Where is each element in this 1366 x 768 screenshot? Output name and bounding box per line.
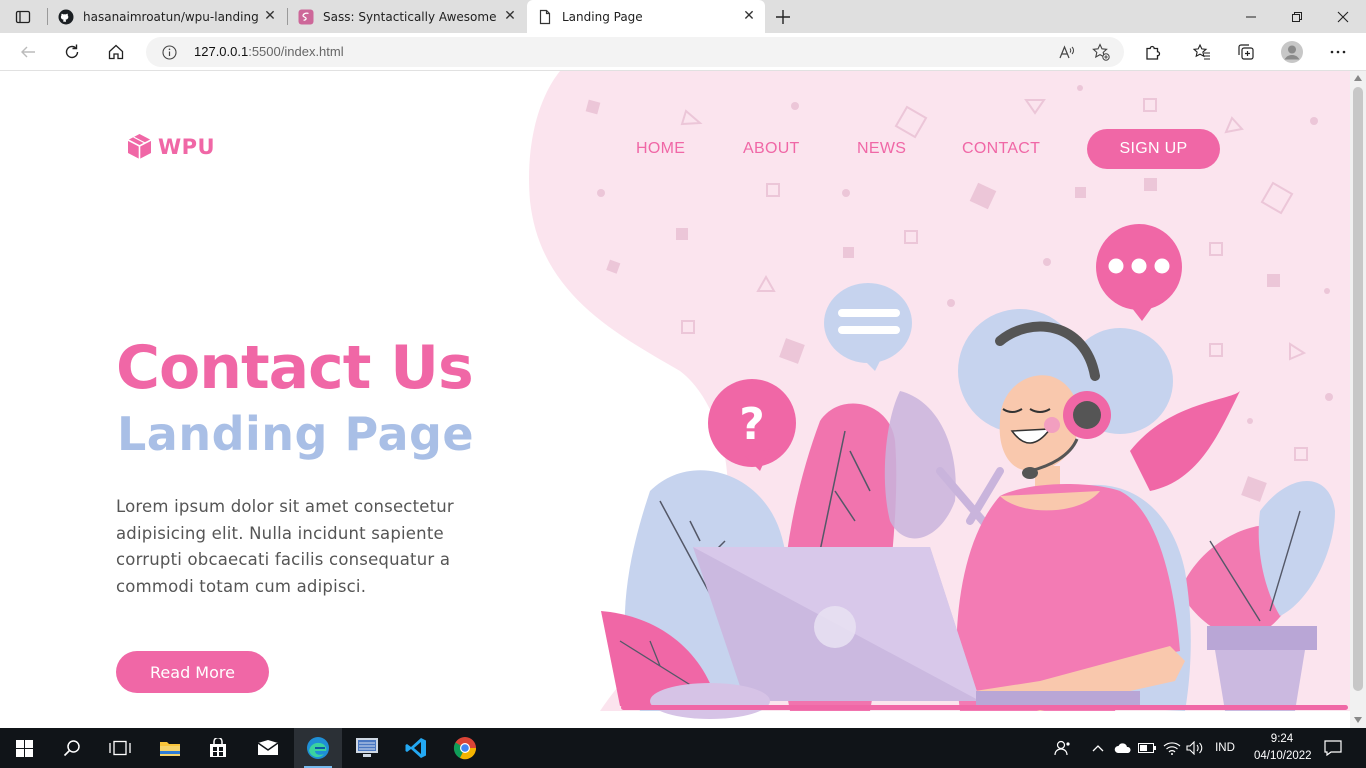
notification-icon[interactable]: [1318, 728, 1348, 768]
scroll-down-icon[interactable]: [1354, 717, 1362, 723]
clock[interactable]: 9:24 04/10/2022: [1254, 731, 1312, 765]
avatar-icon: [1281, 41, 1303, 63]
home-button[interactable]: [101, 38, 131, 66]
browser-tab-strip: hasanaimroatun/wpu-landingPage ✕ Sass: S…: [0, 0, 1366, 33]
monitor-app-icon: [356, 738, 378, 757]
store-button[interactable]: [194, 728, 242, 768]
close-tab-icon[interactable]: ✕: [741, 8, 757, 24]
page-scrollbar[interactable]: [1350, 71, 1366, 728]
taskbar: IND 9:24 04/10/2022: [0, 728, 1366, 768]
onedrive-icon[interactable]: [1112, 728, 1134, 768]
page-icon: [537, 9, 553, 25]
page-viewport: ? WPU HOME ABOUT NEWS CONTACT SIGN UP Co…: [0, 71, 1350, 728]
scroll-up-icon[interactable]: [1354, 75, 1362, 81]
read-more-button[interactable]: Read More: [116, 651, 269, 693]
tab-landing-page[interactable]: Landing Page ✕: [527, 0, 765, 33]
logo-text: WPU: [158, 134, 216, 159]
sign-up-button[interactable]: SIGN UP: [1087, 129, 1220, 169]
app-button[interactable]: [343, 728, 391, 768]
nav-news[interactable]: NEWS: [857, 140, 906, 158]
folder-icon: [160, 742, 180, 756]
battery-icon[interactable]: [1136, 728, 1158, 768]
hero-paragraph: Lorem ipsum dolor sit amet consectetur a…: [116, 497, 454, 596]
cube-icon: [127, 134, 152, 159]
refresh-icon: [65, 44, 79, 59]
favorites-icon: [1193, 43, 1210, 60]
hero-subtitle: Landing Page: [117, 407, 475, 461]
url-host: 127.0.0.1: [194, 44, 249, 59]
mail-icon: [257, 740, 279, 755]
wifi-icon[interactable]: [1160, 728, 1184, 768]
close-tab-icon[interactable]: ✕: [502, 8, 518, 24]
plus-icon: [776, 9, 790, 24]
hero-title: Contact Us: [116, 333, 474, 403]
windows-icon: [15, 739, 33, 757]
refresh-button[interactable]: [57, 38, 87, 66]
edge-button[interactable]: [294, 728, 342, 768]
sass-icon: [298, 9, 314, 25]
clock-date: 04/10/2022: [1254, 750, 1312, 762]
new-tab-button[interactable]: [766, 0, 800, 33]
close-icon: [1337, 11, 1349, 22]
back-arrow-icon: [21, 46, 35, 58]
task-view-icon: [109, 740, 131, 756]
start-button[interactable]: [0, 728, 48, 768]
scrollbar-thumb[interactable]: [1353, 87, 1363, 691]
home-icon: [108, 44, 124, 60]
tab-sass[interactable]: Sass: Syntactically Awesome Style ✕: [288, 0, 526, 33]
close-tab-icon[interactable]: ✕: [262, 8, 278, 24]
language-indicator[interactable]: IND: [1208, 728, 1242, 768]
file-explorer-button[interactable]: [146, 728, 194, 768]
nav-contact[interactable]: CONTACT: [962, 140, 1040, 158]
tab-actions-icon: [15, 10, 31, 23]
tab-github[interactable]: hasanaimroatun/wpu-landingPage ✕: [48, 0, 286, 33]
read-aloud-icon[interactable]: [1058, 44, 1075, 61]
more-icon: [1330, 50, 1346, 54]
restore-icon: [1292, 11, 1302, 22]
puzzle-icon: [1146, 45, 1161, 60]
nav-about[interactable]: ABOUT: [743, 140, 800, 158]
minimize-icon: [1246, 16, 1256, 17]
people-icon[interactable]: [1050, 728, 1076, 768]
url-text: 127.0.0.1:5500/index.html: [194, 44, 344, 59]
add-favorite-icon[interactable]: [1092, 43, 1110, 61]
clock-time: 9:24: [1270, 733, 1294, 745]
nav-home[interactable]: HOME: [636, 140, 685, 158]
github-icon: [58, 9, 74, 25]
close-window-button[interactable]: [1320, 0, 1366, 33]
chrome-button[interactable]: [441, 728, 489, 768]
minimize-button[interactable]: [1228, 0, 1274, 33]
collections-button[interactable]: [1231, 38, 1261, 66]
tab-actions-button[interactable]: [0, 0, 46, 33]
vscode-icon: [405, 738, 426, 758]
svg-text:?: ?: [739, 399, 765, 450]
vscode-button[interactable]: [392, 728, 440, 768]
address-toolbar: 127.0.0.1:5500/index.html: [0, 33, 1366, 71]
search-icon: [63, 740, 80, 757]
settings-menu-button[interactable]: [1323, 38, 1353, 66]
site-logo[interactable]: WPU: [127, 133, 215, 160]
tab-title: Sass: Syntactically Awesome Style: [323, 9, 499, 24]
url-path: :5500/index.html: [248, 44, 344, 59]
tab-title: hasanaimroatun/wpu-landingPage: [83, 9, 259, 24]
profile-button[interactable]: [1277, 38, 1307, 66]
chevron-up-icon[interactable]: [1088, 728, 1108, 768]
volume-icon[interactable]: [1184, 728, 1206, 768]
favorites-button[interactable]: [1187, 38, 1217, 66]
back-button[interactable]: [13, 38, 43, 66]
search-button[interactable]: [48, 728, 96, 768]
mail-button[interactable]: [244, 728, 292, 768]
collections-icon: [1238, 44, 1254, 60]
task-view-button[interactable]: [96, 728, 144, 768]
tab-title: Landing Page: [562, 9, 643, 24]
chrome-icon: [453, 737, 477, 760]
address-field[interactable]: 127.0.0.1:5500/index.html: [146, 37, 1124, 67]
store-icon: [210, 738, 226, 757]
edge-icon: [307, 737, 329, 759]
info-icon[interactable]: [162, 45, 177, 60]
restore-button[interactable]: [1274, 0, 1320, 33]
extensions-button[interactable]: [1138, 38, 1168, 66]
